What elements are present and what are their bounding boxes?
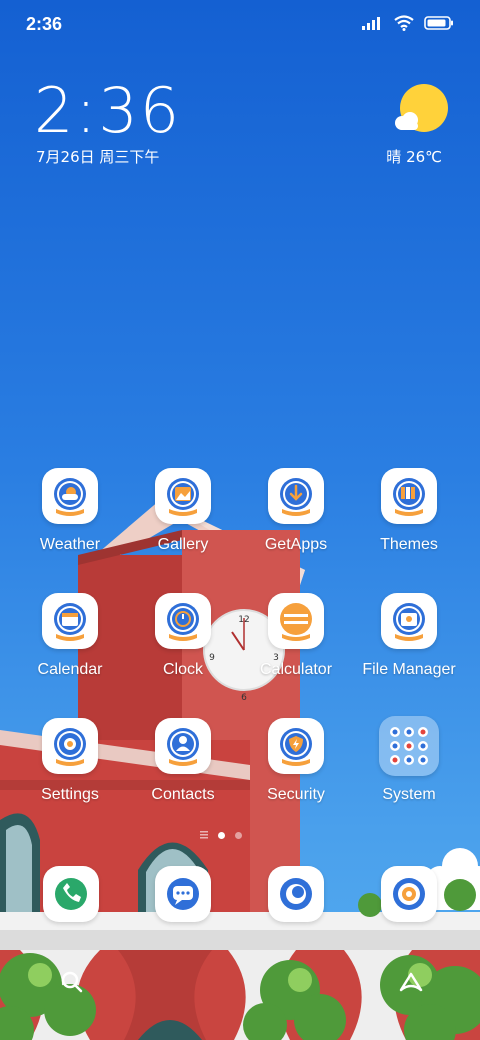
app-gallery[interactable]: Gallery [127,468,239,578]
status-time: 2:36 [26,14,63,34]
search-icon[interactable] [60,970,84,994]
wifi-icon [394,15,414,31]
file-manager-icon [381,593,437,649]
page-dot[interactable] [235,831,242,839]
app-label: Security [267,786,325,803]
clock-icon [155,593,211,649]
app-weather[interactable]: Weather [14,468,126,578]
app-label: GetApps [264,536,328,553]
settings-icon [42,718,98,774]
app-label: Weather [39,536,101,553]
page-indicator [200,831,242,839]
app-getapps[interactable]: GetApps [240,468,352,578]
app-label: System [382,786,436,803]
app-settings[interactable]: Settings [14,718,126,828]
page-dot-active[interactable] [218,831,225,839]
app-security[interactable]: Security [240,718,352,828]
calendar-icon [42,593,98,649]
battery-icon [424,16,453,30]
app-label: Calendar [37,661,103,678]
dock-camera-app[interactable] [381,866,437,922]
status-bar: 2:36 [0,0,480,50]
app-label: Settings [41,786,99,803]
gallery-icon [155,468,211,524]
phone-icon [55,878,87,910]
app-label: Clock [162,661,203,678]
app-clock[interactable]: Clock [127,593,239,703]
app-contacts[interactable]: Contacts [127,718,239,828]
getapps-icon [268,468,324,524]
app-file-manager[interactable]: File Manager [353,593,465,703]
security-icon [268,718,324,774]
themes-icon [381,468,437,524]
app-label: Calculator [259,661,333,678]
messages-icon [167,878,199,910]
camera-icon [393,878,425,910]
status-icons [362,15,454,31]
dock-messages-app[interactable] [155,866,211,922]
calculator-icon [268,593,324,649]
clock-widget[interactable]: 2:36 7月26日 周三下午 [34,80,234,170]
system-folder-icon [379,716,439,776]
app-calendar[interactable]: Calendar [14,593,126,703]
dock-phone-app[interactable] [43,866,99,922]
app-system[interactable]: System [353,716,465,828]
contacts-icon [155,718,211,774]
browser-icon [280,878,312,910]
signal-icon [362,17,380,30]
sun-cloud-icon [395,84,448,132]
widget-date: 7月26日 周三下午 [36,148,160,166]
weather-icon [42,468,98,524]
app-label: Themes [380,536,438,553]
app-vault-icon[interactable] [398,970,424,994]
widget-time: 2:36 [34,74,182,147]
dock-browser-app[interactable] [268,866,324,922]
weather-text: 晴 26℃ [386,148,442,166]
app-calculator[interactable]: Calculator [240,593,352,703]
app-label: Gallery [157,536,209,553]
page-list-icon [200,831,208,839]
weather-widget[interactable]: 晴 26℃ [360,82,450,172]
app-themes[interactable]: Themes [353,468,465,578]
app-label: File Manager [362,661,456,678]
app-label: Contacts [151,786,215,803]
